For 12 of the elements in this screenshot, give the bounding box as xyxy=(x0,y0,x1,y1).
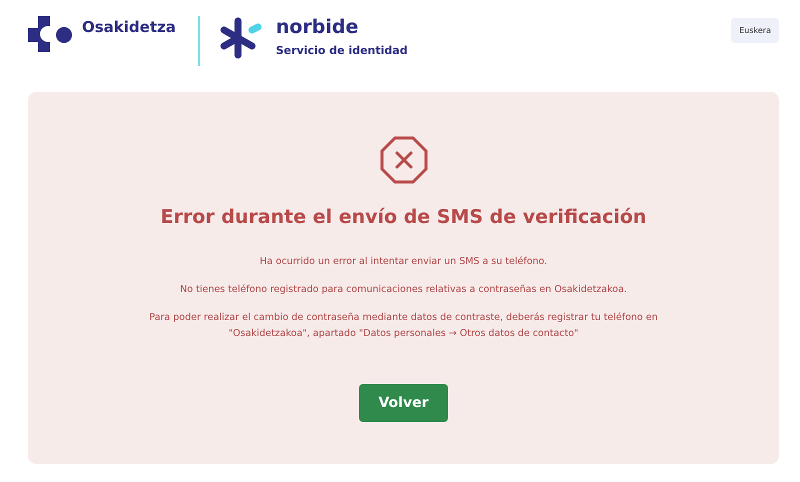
error-message: Para poder realizar el cambio de contraseña mediante datos de contraste, deberás registrar tu teléfono en "Osakidetzakoa", apartado "Datos personales → Otros datos de contacto" xyxy=(148,311,659,341)
brand-name: Osakidetza xyxy=(82,18,176,36)
back-button[interactable]: Volver xyxy=(359,384,448,422)
asterisk-logo-icon xyxy=(220,16,264,60)
error-message: No tienes teléfono registrado para comunicaciones relativas a contraseñas en Osakidetzakoa. xyxy=(180,283,627,297)
error-message: Ha ocurrido un error al intentar enviar un SMS a su teléfono. xyxy=(260,255,548,269)
product-name: norbide xyxy=(276,16,360,38)
error-title: Error durante el envío de SMS de verificación xyxy=(160,206,646,228)
language-button[interactable]: Euskera xyxy=(731,18,779,43)
product-subtitle: Servicio de identidad xyxy=(276,44,408,57)
error-icon xyxy=(380,136,428,184)
osakidetza-logo-icon xyxy=(28,16,74,52)
